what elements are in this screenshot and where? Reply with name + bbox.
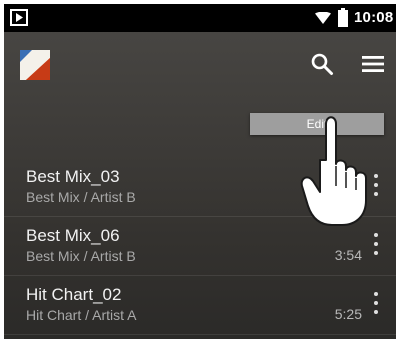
track-subtitle: Best Mix / Artist B	[26, 248, 136, 264]
list-item[interactable]: Hit Chart_02 Hit Chart / Artist A 5:25	[4, 276, 396, 335]
app-logo-icon	[20, 50, 50, 80]
track-title: Best Mix_03	[26, 167, 120, 186]
track-duration: 3:54	[334, 247, 362, 263]
track-title: Hit Chart_02	[26, 285, 122, 304]
play-store-icon	[10, 9, 28, 26]
status-time: 10:08	[354, 9, 394, 26]
more-options-icon[interactable]	[370, 172, 382, 198]
track-list: Best Mix_03 Best Mix / Artist B Best Mix…	[4, 158, 396, 335]
wifi-icon	[315, 12, 331, 24]
more-options-icon[interactable]	[370, 290, 382, 316]
battery-icon	[338, 8, 348, 27]
list-item[interactable]: Best Mix_06 Best Mix / Artist B 3:54	[4, 217, 396, 276]
track-duration: 5:25	[334, 306, 362, 322]
track-subtitle: Best Mix / Artist B	[26, 189, 136, 205]
search-button[interactable]	[310, 52, 334, 76]
track-subtitle: Hit Chart / Artist A	[26, 307, 137, 323]
app-screen: 10:08 Edit Best Mix_03 Best Mix / Artist…	[4, 4, 396, 339]
list-item[interactable]: Best Mix_03 Best Mix / Artist B	[4, 158, 396, 217]
track-title: Best Mix_06	[26, 226, 120, 245]
hamburger-menu-icon[interactable]	[362, 54, 384, 74]
more-options-icon[interactable]	[370, 231, 382, 257]
status-bar: 10:08	[4, 4, 396, 32]
edit-menu-item[interactable]: Edit	[250, 113, 384, 135]
